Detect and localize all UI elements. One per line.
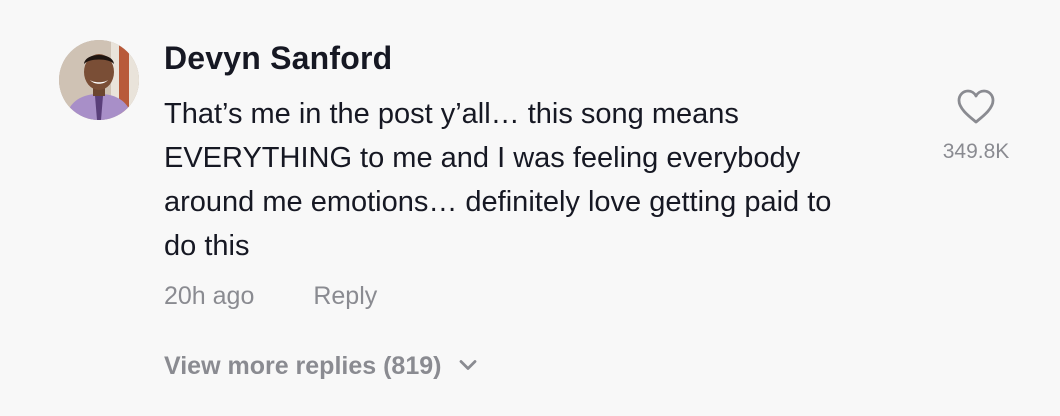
comment-text-line: do this — [164, 230, 250, 262]
avatar[interactable] — [59, 40, 139, 120]
comment-text-line: EVERYTHING to me and I was feeling every… — [164, 142, 801, 174]
comment-item: Devyn Sanford That’s me in the post y’al… — [0, 0, 1060, 416]
username[interactable]: Devyn Sanford — [164, 40, 392, 77]
comment-text: That’s me in the post y’all… this song m… — [164, 92, 904, 268]
like-count: 349.8K — [942, 140, 1010, 163]
avatar-image — [59, 40, 139, 120]
chevron-down-icon — [460, 360, 477, 371]
comment-text-line: That’s me in the post y’all… this song m… — [164, 98, 739, 130]
comment-meta: 20h ago Reply — [164, 282, 377, 311]
view-more-replies-label: View more replies (819) — [164, 352, 442, 380]
like-section: 349.8K — [930, 88, 1022, 164]
reply-button[interactable]: Reply — [313, 282, 377, 311]
timestamp: 20h ago — [164, 282, 255, 310]
comment-text-line: around me emotions… definitely love gett… — [164, 186, 832, 218]
view-more-replies-button[interactable]: View more replies (819) — [164, 352, 478, 381]
heart-icon[interactable] — [956, 88, 996, 126]
